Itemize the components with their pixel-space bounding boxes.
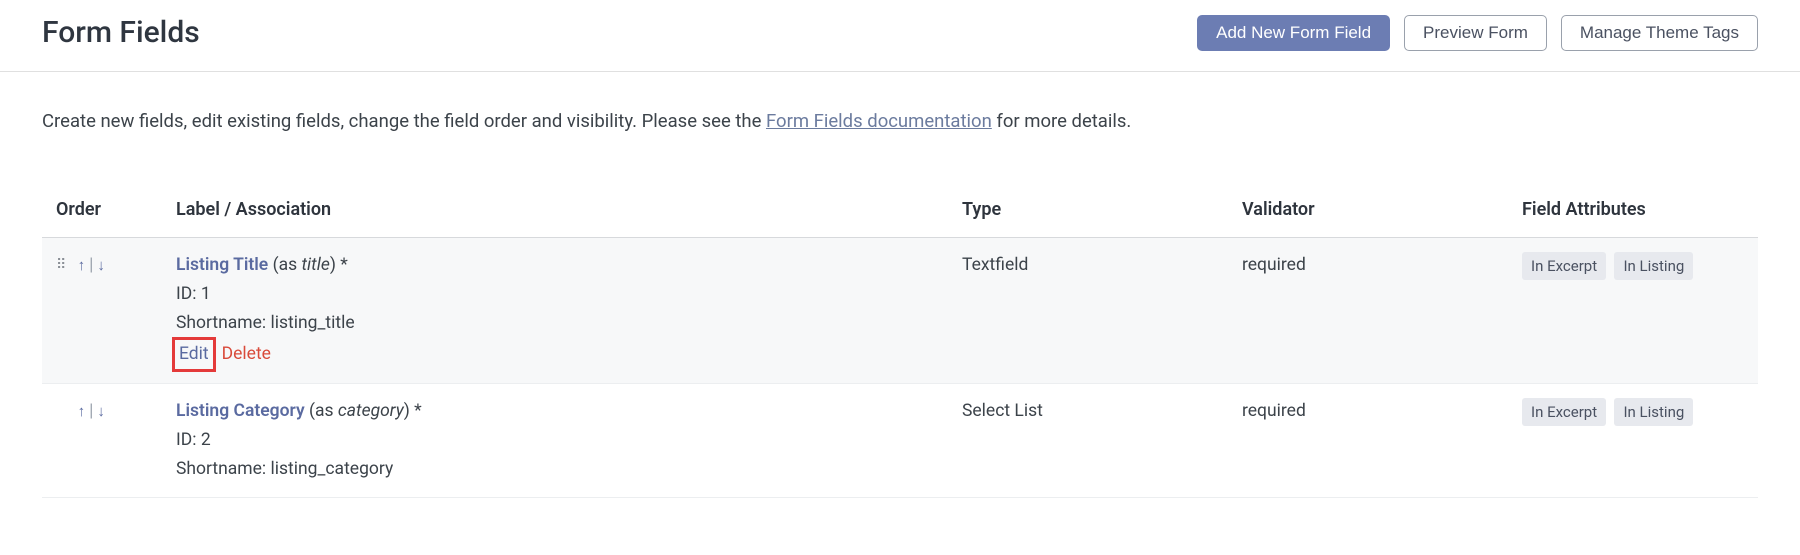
main-content: Create new fields, edit existing fields,…: [0, 72, 1800, 524]
table-row: ⠿ ↑|↓ Listing Title (as title) * ID: 1 S…: [42, 237, 1758, 383]
separator: |: [89, 255, 93, 275]
documentation-link[interactable]: Form Fields documentation: [766, 110, 992, 132]
slug-suffix: ) *: [404, 401, 422, 421]
attribute-tag: In Excerpt: [1522, 398, 1606, 427]
row-actions: Edit Delete: [176, 340, 934, 369]
intro-text: Create new fields, edit existing fields,…: [42, 108, 1758, 136]
label-cell: Listing Category (as category) * ID: 2 S…: [162, 383, 948, 497]
attribute-tag: In Excerpt: [1522, 252, 1606, 281]
fields-table: Order Label / Association Type Validator…: [42, 186, 1758, 498]
col-order-header: Order: [42, 186, 162, 238]
validator-cell: required: [1228, 237, 1508, 383]
col-attributes-header: Field Attributes: [1508, 186, 1758, 238]
type-cell: Textfield: [948, 237, 1228, 383]
page-title: Form Fields: [42, 10, 200, 55]
order-cell: ⠿ ↑|↓: [42, 383, 162, 497]
preview-form-button[interactable]: Preview Form: [1404, 15, 1547, 51]
attributes-cell: In Excerpt In Listing: [1508, 237, 1758, 383]
col-type-header: Type: [948, 186, 1228, 238]
move-up-icon[interactable]: ↑: [78, 402, 86, 420]
validator-cell: required: [1228, 383, 1508, 497]
shortname-line: Shortname: listing_title: [176, 310, 934, 336]
slug-name: category: [338, 401, 404, 421]
edit-link[interactable]: Edit: [179, 344, 209, 364]
order-cell: ⠿ ↑|↓: [42, 237, 162, 383]
manage-theme-tags-button[interactable]: Manage Theme Tags: [1561, 15, 1758, 51]
separator: |: [89, 401, 93, 421]
move-down-icon[interactable]: ↓: [97, 402, 105, 420]
field-label-link[interactable]: Listing Title: [176, 255, 268, 275]
id-line: ID: 1: [176, 281, 934, 307]
attribute-tag: In Listing: [1614, 398, 1693, 427]
table-row: ⠿ ↑|↓ Listing Category (as category) * I…: [42, 383, 1758, 497]
slug-prefix: (as: [268, 255, 301, 275]
intro-pre: Create new fields, edit existing fields,…: [42, 110, 766, 132]
move-down-icon[interactable]: ↓: [97, 256, 105, 274]
slug-suffix: ) *: [330, 255, 348, 275]
shortname-line: Shortname: listing_category: [176, 456, 934, 482]
slug-name: title: [301, 255, 329, 275]
type-cell: Select List: [948, 383, 1228, 497]
delete-link[interactable]: Delete: [222, 344, 271, 364]
col-label-header: Label / Association: [162, 186, 948, 238]
slug-prefix: (as: [305, 401, 338, 421]
id-line: ID: 2: [176, 427, 934, 453]
attributes-cell: In Excerpt In Listing: [1508, 383, 1758, 497]
intro-post: for more details.: [992, 110, 1131, 132]
action-buttons: Add New Form Field Preview Form Manage T…: [1197, 15, 1758, 51]
table-header-row: Order Label / Association Type Validator…: [42, 186, 1758, 238]
drag-handle-icon[interactable]: ⠿: [56, 258, 67, 272]
add-new-form-field-button[interactable]: Add New Form Field: [1197, 15, 1390, 51]
label-cell: Listing Title (as title) * ID: 1 Shortna…: [162, 237, 948, 383]
col-validator-header: Validator: [1228, 186, 1508, 238]
move-up-icon[interactable]: ↑: [78, 256, 86, 274]
field-label-link[interactable]: Listing Category: [176, 401, 305, 421]
attribute-tag: In Listing: [1614, 252, 1693, 281]
page-header: Form Fields Add New Form Field Preview F…: [0, 0, 1800, 72]
edit-highlight: Edit: [172, 337, 216, 372]
